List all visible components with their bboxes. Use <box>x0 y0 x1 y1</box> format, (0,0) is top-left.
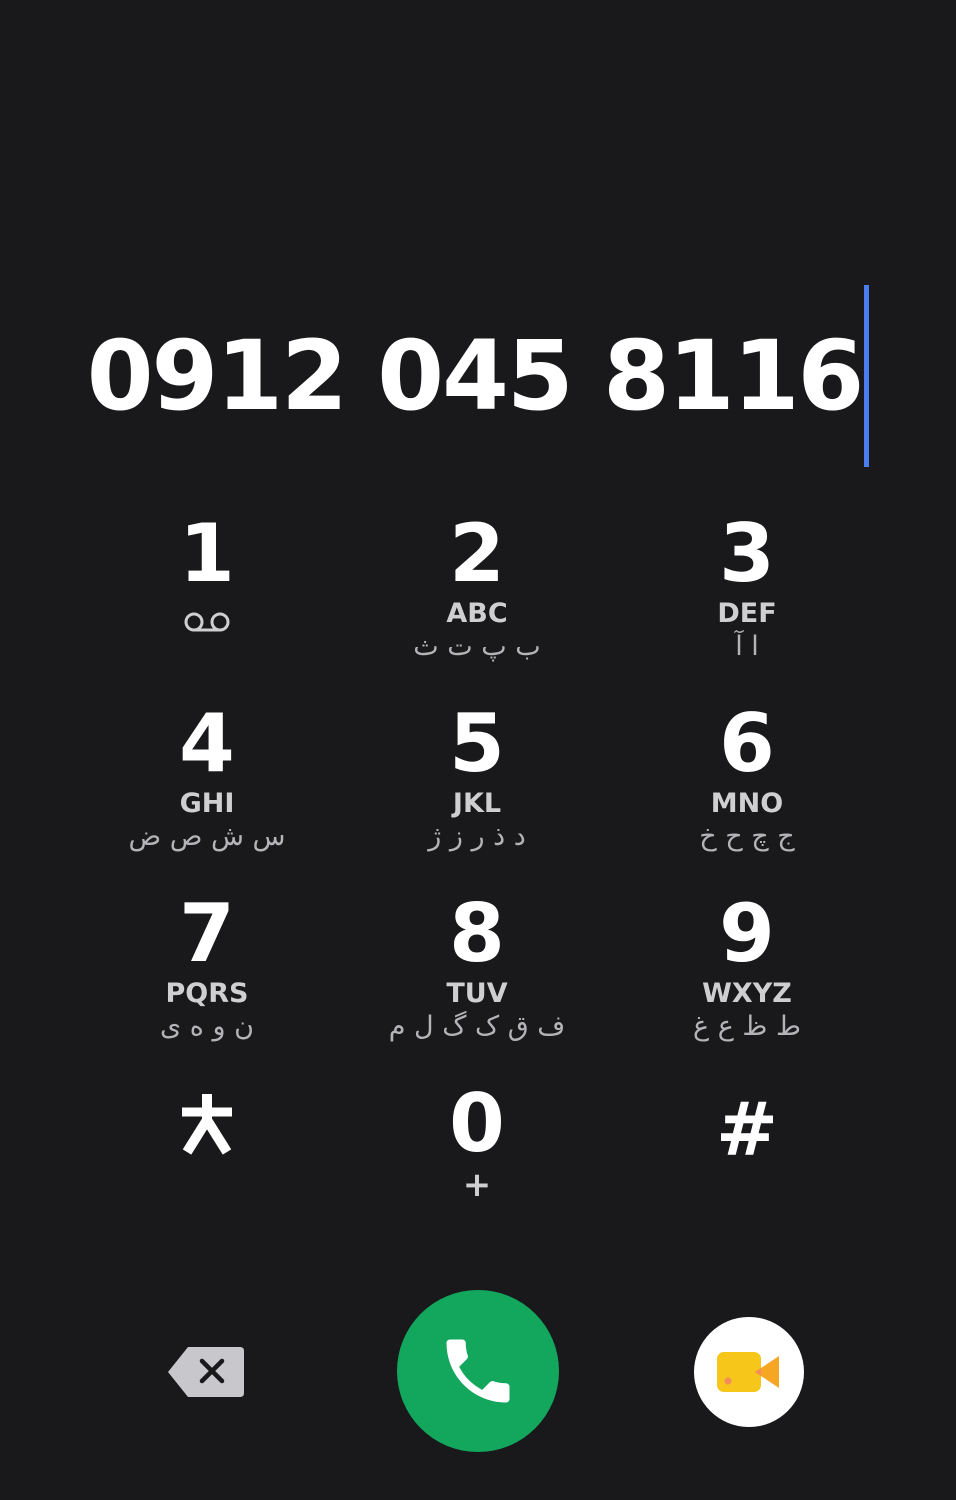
key-letters: TUV <box>446 978 508 1009</box>
key-alt-letters: ط ظ ع غ <box>693 1011 801 1042</box>
key-digit: 8 <box>449 887 505 980</box>
key-letters: MNO <box>710 788 784 819</box>
key-digit: 0 <box>449 1077 505 1170</box>
key-letters: GHI <box>179 788 235 819</box>
key-digit: 1 <box>179 507 235 600</box>
key-0[interactable]: 0 + <box>342 1080 612 1270</box>
backspace-icon <box>168 1347 244 1397</box>
key-digit: 4 <box>179 697 235 790</box>
key-9[interactable]: 9 WXYZ ط ظ ع غ <box>612 890 882 1080</box>
key-digit: # <box>715 1087 778 1173</box>
key-letters: WXYZ <box>702 978 792 1009</box>
key-1[interactable]: 1 <box>72 510 342 700</box>
key-5[interactable]: 5 JKL د ذ ر ز ژ <box>342 700 612 890</box>
key-digit: 7 <box>179 887 235 980</box>
key-4[interactable]: 4 GHI س ش ص ض <box>72 700 342 890</box>
key-digit: 5 <box>449 697 505 790</box>
phone-number-display[interactable]: 0912 045 8116 <box>0 285 956 467</box>
asterisk-icon <box>182 1094 232 1155</box>
phone-number-text: 0912 045 8116 <box>86 320 865 432</box>
video-call-icon <box>717 1352 779 1392</box>
key-digit: 9 <box>719 887 775 980</box>
key-digit: 2 <box>449 507 505 600</box>
backspace-button[interactable] <box>166 1345 246 1399</box>
key-8[interactable]: 8 TUV ف ق ک گ ل م <box>342 890 612 1080</box>
phone-number-field[interactable]: 0912 045 8116 <box>87 285 870 467</box>
key-letters: JKL <box>452 788 502 819</box>
key-alt-letters: س ش ص ض <box>128 821 286 852</box>
dial-keypad: 1 2 ABC ب پ ت ث 3 DEF ا آ 4 GHI س ش ص ض … <box>72 510 884 1270</box>
key-digit: 3 <box>719 507 775 600</box>
text-caret <box>864 285 870 467</box>
voicemail-icon <box>184 612 230 632</box>
key-6[interactable]: 6 MNO ج چ ح خ <box>612 700 882 890</box>
key-alt-letters: ن و ه ی <box>160 1011 254 1042</box>
key-7[interactable]: 7 PQRS ن و ه ی <box>72 890 342 1080</box>
key-2[interactable]: 2 ABC ب پ ت ث <box>342 510 612 700</box>
key-letters: PQRS <box>165 978 249 1009</box>
key-letters: ABC <box>446 598 508 629</box>
plus-label: + <box>462 1165 492 1205</box>
key-alt-letters: ب پ ت ث <box>413 631 541 662</box>
key-alt-letters: ج چ ح خ <box>699 821 795 852</box>
key-alt-letters: د ذ ر ز ژ <box>428 821 526 852</box>
phone-icon <box>446 1339 510 1403</box>
key-digit: 6 <box>719 697 775 790</box>
key-3[interactable]: 3 DEF ا آ <box>612 510 882 700</box>
dialer-action-bar <box>0 1290 956 1454</box>
key-alt-letters: ف ق ک گ ل م <box>388 1011 566 1042</box>
key-star[interactable] <box>72 1080 342 1270</box>
key-hash[interactable]: # <box>612 1080 882 1270</box>
key-letters: DEF <box>717 598 777 629</box>
video-call-button[interactable] <box>694 1317 804 1427</box>
key-alt-letters: ا آ <box>735 631 759 662</box>
call-button[interactable] <box>397 1290 559 1452</box>
